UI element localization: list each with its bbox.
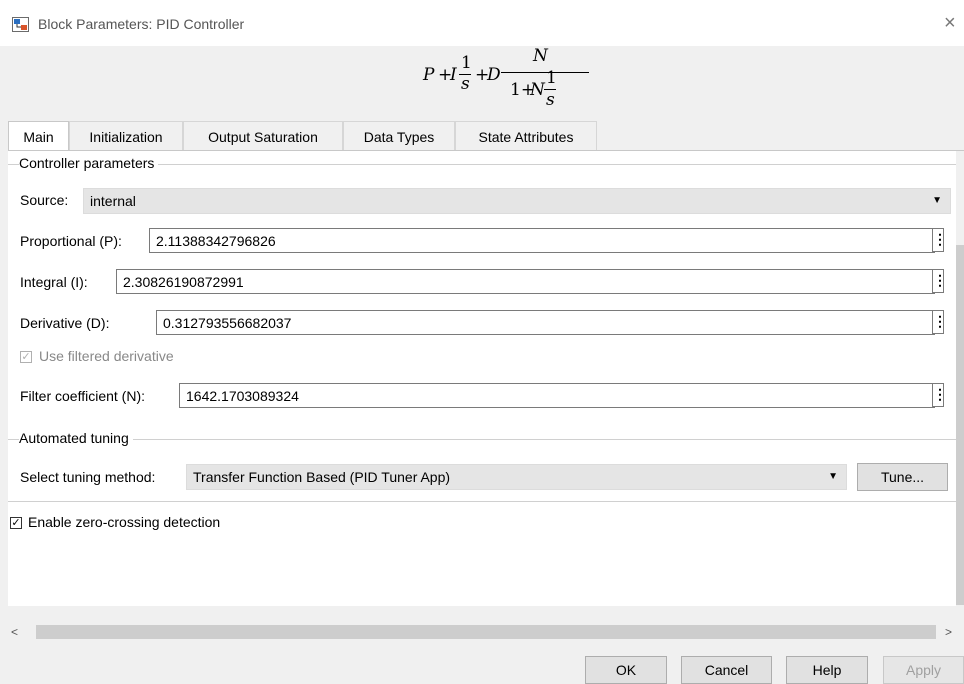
cancel-button[interactable]: Cancel: [681, 656, 772, 684]
group-divider: [8, 501, 956, 502]
formula-n: N: [530, 80, 545, 100]
proportional-label: Proportional (P):: [20, 233, 122, 249]
formula-one: 1: [461, 53, 472, 73]
derivative-label: Derivative (D):: [20, 315, 110, 331]
formula-s: s: [546, 90, 555, 110]
zero-crossing-label: Enable zero-crossing detection: [28, 514, 221, 530]
formula-banner: P + I 1 s + D N 1+ N 1 s: [8, 46, 964, 121]
vertical-scrollbar[interactable]: [956, 245, 964, 605]
window-title: Block Parameters: PID Controller: [38, 16, 245, 32]
close-icon[interactable]: ×: [944, 11, 964, 35]
more-options-icon[interactable]: ⋮: [932, 228, 947, 252]
group-divider: [8, 439, 956, 440]
title-bar: Block Parameters: PID Controller ×: [0, 0, 964, 46]
tuning-method-label: Select tuning method:: [20, 469, 156, 485]
source-value: internal: [90, 193, 136, 209]
controller-parameters-title: Controller parameters: [19, 155, 159, 171]
tab-state-attributes[interactable]: State Attributes: [455, 121, 597, 151]
main-tab-panel: Controller parameters Source: internal ▼…: [8, 151, 956, 606]
apply-button[interactable]: Apply: [883, 656, 964, 684]
chevron-down-icon: ▼: [828, 471, 838, 482]
ok-button[interactable]: OK: [585, 656, 667, 684]
tab-main[interactable]: Main: [8, 121, 69, 151]
use-filtered-derivative-label: Use filtered derivative: [39, 348, 174, 364]
simulink-block-icon: [12, 17, 29, 32]
filter-coefficient-field[interactable]: [179, 383, 935, 408]
formula-n: N: [533, 46, 548, 66]
tuning-method-dropdown[interactable]: Transfer Function Based (PID Tuner App) …: [186, 464, 847, 490]
use-filtered-derivative-checkbox[interactable]: ✓: [20, 351, 32, 363]
integral-field[interactable]: [116, 269, 935, 294]
tune-button[interactable]: Tune...: [857, 463, 948, 491]
more-options-icon[interactable]: ⋮: [932, 269, 947, 293]
horizontal-scroll-thumb[interactable]: [36, 625, 936, 639]
source-dropdown[interactable]: internal ▼: [83, 188, 951, 214]
chevron-down-icon: ▼: [932, 195, 942, 206]
zero-crossing-checkbox[interactable]: ✓: [10, 517, 22, 529]
tab-data-types[interactable]: Data Types: [343, 121, 455, 151]
formula-p: P: [423, 65, 435, 85]
scroll-right-icon[interactable]: >: [945, 625, 952, 639]
integral-label: Integral (I):: [20, 274, 88, 290]
more-options-icon[interactable]: ⋮: [932, 383, 947, 407]
formula-s: s: [461, 74, 470, 94]
automated-tuning-title: Automated tuning: [19, 430, 133, 446]
derivative-field[interactable]: [156, 310, 935, 335]
formula-d: D: [487, 65, 501, 85]
formula-one: 1: [546, 68, 557, 88]
source-label: Source:: [20, 192, 69, 208]
filter-coefficient-label: Filter coefficient (N):: [20, 388, 145, 404]
tab-output-saturation[interactable]: Output Saturation: [183, 121, 343, 151]
more-options-icon[interactable]: ⋮: [932, 310, 947, 334]
scroll-left-icon[interactable]: <: [11, 625, 18, 639]
proportional-field[interactable]: [149, 228, 935, 253]
pid-formula: P + I 1 s + D N 1+ N 1 s: [423, 46, 593, 118]
tuning-method-value: Transfer Function Based (PID Tuner App): [193, 469, 451, 485]
tab-initialization[interactable]: Initialization: [69, 121, 183, 151]
formula-i: I: [450, 65, 457, 85]
help-button[interactable]: Help: [786, 656, 868, 684]
